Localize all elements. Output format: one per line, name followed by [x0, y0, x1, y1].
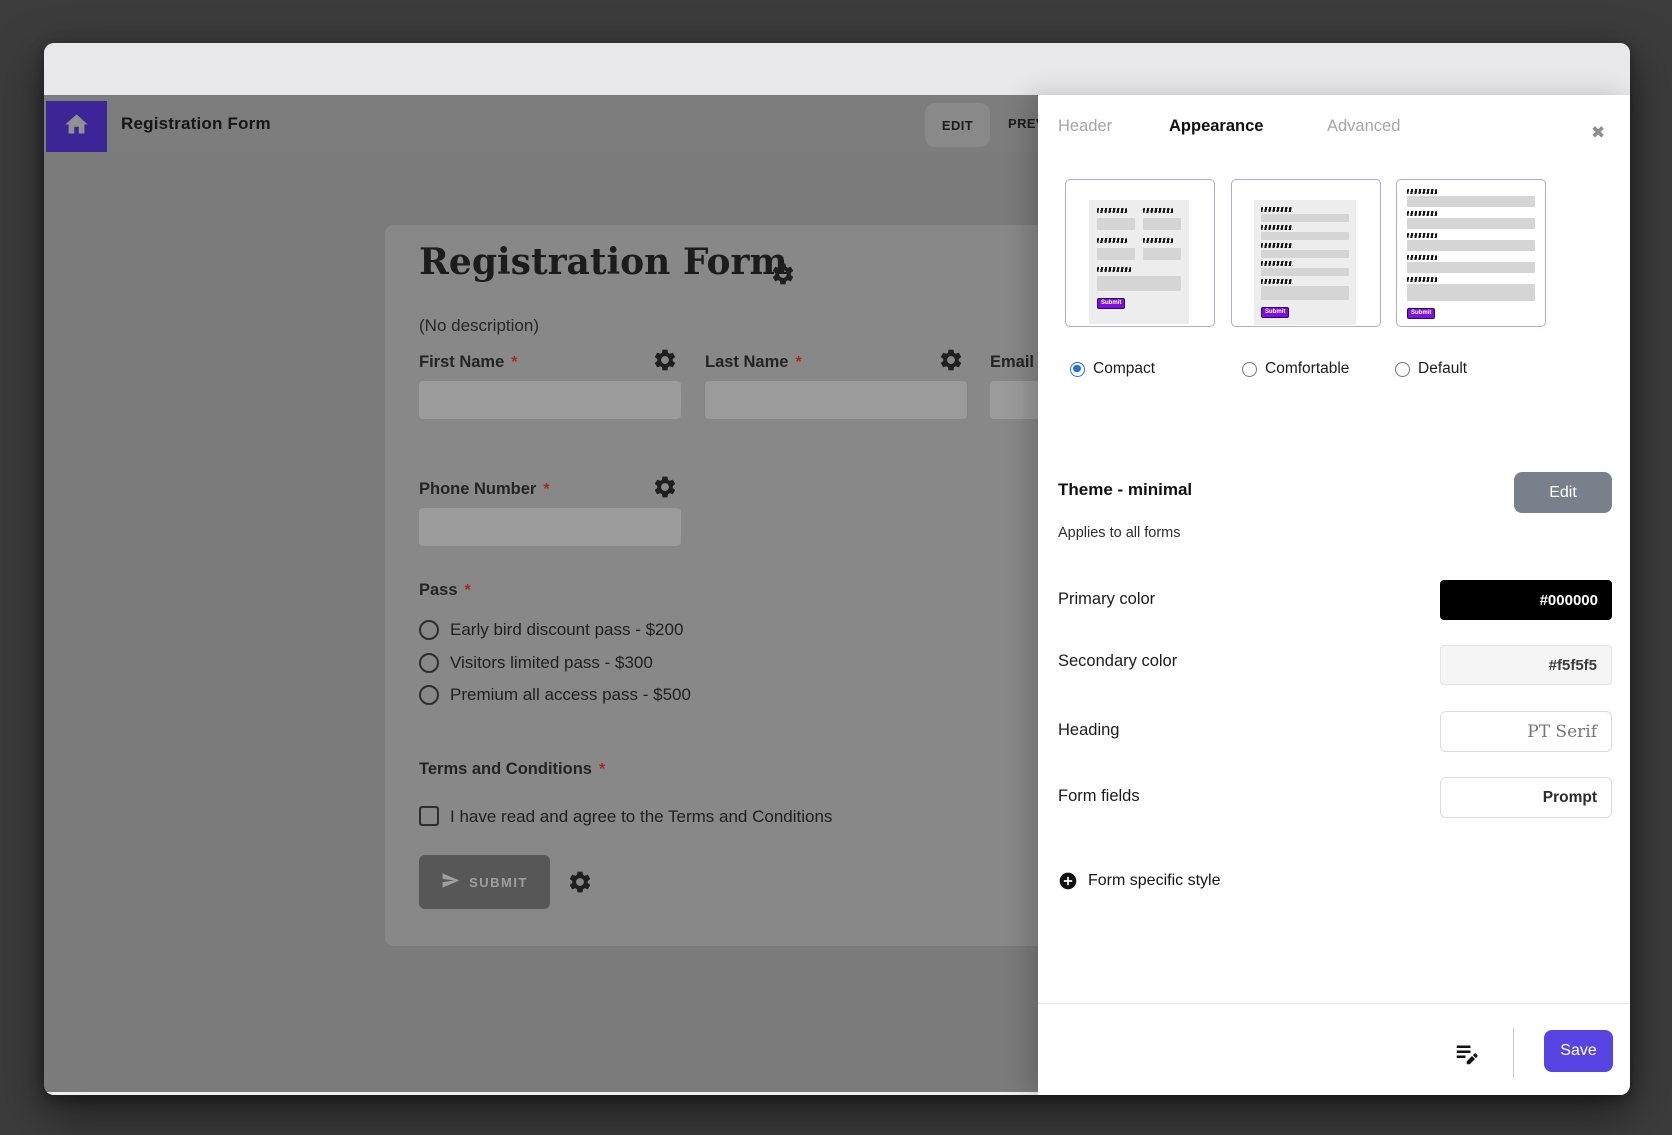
- home-button[interactable]: [46, 101, 107, 152]
- pass-option-label-3: Premium all access pass - $500: [450, 685, 691, 705]
- heading-font-value: PT Serif: [1527, 722, 1597, 742]
- form-specific-style-link[interactable]: Form specific style: [1088, 872, 1220, 890]
- plus-circle-icon[interactable]: [1058, 871, 1078, 891]
- mini-submit-button: Submit: [1407, 308, 1435, 319]
- radio-circle: [1070, 362, 1085, 377]
- save-button[interactable]: Save: [1544, 1030, 1613, 1072]
- fields-font-label: Form fields: [1058, 787, 1140, 806]
- fields-font-value: Prompt: [1543, 789, 1597, 807]
- pass-option-radio-3[interactable]: [419, 685, 439, 705]
- footer-divider: [1038, 1003, 1630, 1004]
- first-name-gear-icon[interactable]: [652, 347, 678, 373]
- form-name-title: Registration Form: [121, 95, 271, 152]
- pass-option-radio-2[interactable]: [419, 653, 439, 673]
- phone-input[interactable]: [419, 508, 681, 546]
- required-asterisk: *: [795, 354, 801, 371]
- footer-separator: [1513, 1028, 1514, 1078]
- secondary-color-swatch[interactable]: #f5f5f5: [1440, 645, 1612, 685]
- phone-gear-icon[interactable]: [652, 474, 678, 500]
- heading-font-label: Heading: [1058, 721, 1119, 740]
- density-radio-compact[interactable]: Compact: [1070, 360, 1155, 378]
- thumb-comfortable-preview: Submit: [1254, 200, 1356, 325]
- send-icon: [441, 871, 460, 893]
- primary-color-label: Primary color: [1058, 590, 1155, 609]
- required-asterisk: *: [465, 582, 471, 599]
- fields-font-select[interactable]: Prompt: [1440, 777, 1612, 818]
- field-label-last-name: Last Name*: [705, 353, 802, 372]
- density-radio-default[interactable]: Default: [1395, 360, 1467, 378]
- pass-option-label-2: Visitors limited pass - $300: [450, 653, 653, 673]
- last-name-input[interactable]: [705, 381, 967, 419]
- tab-advanced[interactable]: Advanced: [1327, 117, 1400, 136]
- terms-checkbox[interactable]: [419, 806, 439, 826]
- window-titlebar: [44, 43, 1630, 95]
- heading-font-select[interactable]: PT Serif: [1440, 711, 1612, 752]
- pass-option-label-1: Early bird discount pass - $200: [450, 620, 683, 640]
- required-asterisk: *: [599, 761, 605, 778]
- tab-appearance[interactable]: Appearance: [1169, 117, 1263, 136]
- tab-header[interactable]: Header: [1058, 117, 1112, 136]
- screen: Registration Form EDIT PREVIEW Registrat…: [0, 0, 1672, 1135]
- browser-window: Registration Form EDIT PREVIEW Registrat…: [44, 43, 1630, 1095]
- field-label-pass: Pass*: [419, 581, 471, 600]
- home-icon: [63, 111, 90, 143]
- thumb-default-preview: Submit: [1407, 189, 1535, 319]
- submit-button[interactable]: SUBMIT: [419, 855, 550, 909]
- appearance-panel: Header Appearance Advanced ✖ Submit: [1038, 95, 1630, 1095]
- edit-note-icon[interactable]: [1453, 1038, 1483, 1068]
- submit-gear-icon[interactable]: [567, 869, 593, 895]
- theme-title: Theme - minimal: [1058, 480, 1192, 500]
- mini-submit-button: Submit: [1097, 298, 1125, 309]
- first-name-input[interactable]: [419, 381, 681, 419]
- mini-submit-button: Submit: [1261, 307, 1289, 318]
- field-label-phone: Phone Number*: [419, 480, 550, 499]
- required-asterisk: *: [543, 481, 549, 498]
- secondary-color-label: Secondary color: [1058, 652, 1177, 671]
- thumb-compact-preview: Submit: [1089, 200, 1189, 324]
- pass-option-radio-1[interactable]: [419, 620, 439, 640]
- form-title-gear-icon[interactable]: [770, 261, 796, 287]
- form-description: (No description): [419, 316, 539, 336]
- primary-color-swatch[interactable]: #000000: [1440, 580, 1612, 620]
- layout-thumb-comfortable[interactable]: Submit: [1231, 179, 1381, 327]
- field-label-first-name: First Name*: [419, 353, 518, 372]
- layout-thumb-default[interactable]: Submit: [1396, 179, 1546, 327]
- field-label-terms: Terms and Conditions*: [419, 760, 605, 779]
- edit-mode-button[interactable]: EDIT: [925, 103, 990, 147]
- close-icon[interactable]: ✖: [1591, 123, 1605, 143]
- required-asterisk: *: [511, 354, 517, 371]
- radio-circle: [1395, 362, 1410, 377]
- layout-thumb-compact[interactable]: Submit: [1065, 179, 1215, 327]
- last-name-gear-icon[interactable]: [938, 347, 964, 373]
- density-radio-comfortable[interactable]: Comfortable: [1242, 360, 1349, 378]
- form-title: Registration Form: [419, 241, 788, 283]
- theme-scope-note: Applies to all forms: [1058, 525, 1181, 541]
- theme-edit-button[interactable]: Edit: [1514, 472, 1612, 513]
- radio-circle: [1242, 362, 1257, 377]
- terms-checkbox-label: I have read and agree to the Terms and C…: [450, 807, 832, 827]
